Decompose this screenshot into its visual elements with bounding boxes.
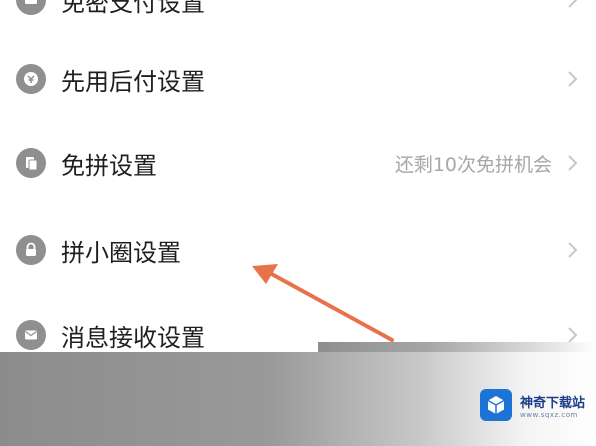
- free-group-remaining: 还剩10次免拼机会: [394, 153, 552, 176]
- lock-icon: [16, 235, 46, 265]
- settings-item-label: 免密支付设置: [61, 0, 205, 17]
- chevron-right-icon: [566, 69, 580, 89]
- cube-logo-icon: [480, 389, 512, 421]
- watermark: 神奇下载站 www.sqxz.com: [480, 389, 590, 427]
- settings-item-free-group[interactable]: 免拼设置 还剩10次免拼机会: [0, 120, 596, 206]
- settings-item-label: 免拼设置: [61, 151, 157, 180]
- payment-icon: [16, 0, 46, 15]
- settings-item-pay-later[interactable]: 先用后付设置: [0, 36, 596, 122]
- chevron-right-icon: [566, 0, 580, 10]
- settings-item-pin-circle[interactable]: 拼小圈设置: [0, 207, 596, 293]
- free-group-icon: [16, 148, 46, 178]
- message-icon: [16, 320, 46, 350]
- watermark-url: www.sqxz.com: [520, 411, 578, 419]
- settings-item-label: 先用后付设置: [61, 67, 205, 96]
- settings-item-label: 消息接收设置: [61, 323, 205, 352]
- chevron-right-icon: [566, 153, 580, 173]
- watermark-title: 神奇下载站: [520, 396, 586, 411]
- pay-later-icon: [16, 64, 46, 94]
- chevron-right-icon: [566, 240, 580, 260]
- settings-item-label: 拼小圈设置: [61, 238, 181, 267]
